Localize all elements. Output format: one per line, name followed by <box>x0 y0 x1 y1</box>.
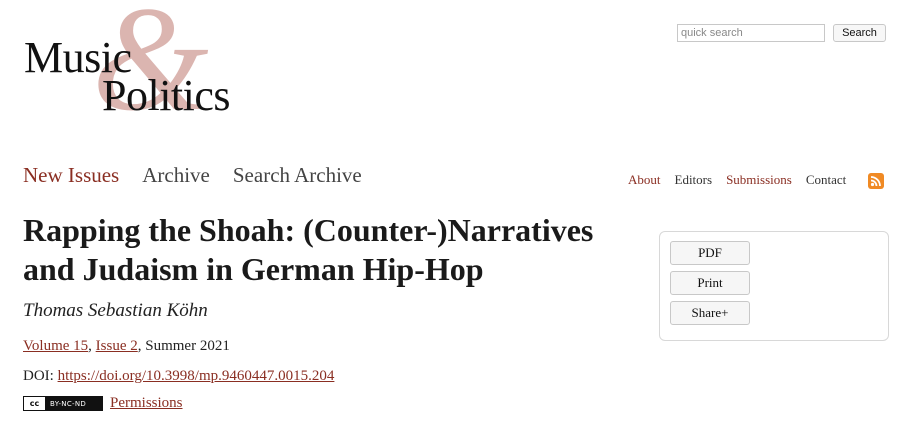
volume-issue-line: Volume 15, Issue 2, Summer 2021 <box>23 338 230 354</box>
permissions-link[interactable]: Permissions <box>110 395 183 412</box>
article-title-line2: and Judaism in German Hip-Hop <box>23 251 484 287</box>
creative-commons-badge[interactable]: cc BY-NC-ND <box>23 396 103 411</box>
search-input[interactable] <box>677 24 825 42</box>
print-button[interactable]: Print <box>670 271 750 295</box>
doi-link[interactable]: https://doi.org/10.3998/mp.9460447.0015.… <box>58 368 335 384</box>
article-author: Thomas Sebastian Köhn <box>23 300 208 321</box>
nav-archive[interactable]: Archive <box>142 163 210 188</box>
nav-contact[interactable]: Contact <box>806 172 846 188</box>
nav-new-issues[interactable]: New Issues <box>23 163 119 188</box>
logo-word-politics: Politics <box>102 71 231 120</box>
pdf-button[interactable]: PDF <box>670 241 750 265</box>
license-line: cc BY-NC-ND Permissions <box>23 395 183 412</box>
article-title-line1: Rapping the Shoah: (Counter-)Narratives <box>23 212 594 248</box>
doi-label: DOI: <box>23 368 58 384</box>
search-button[interactable]: Search <box>833 24 886 42</box>
season-text: , Summer 2021 <box>137 338 230 354</box>
nav-about[interactable]: About <box>628 172 661 188</box>
nav-search-archive[interactable]: Search Archive <box>233 163 362 188</box>
doi-line: DOI: https://doi.org/10.3998/mp.9460447.… <box>23 368 334 385</box>
article-title: Rapping the Shoah: (Counter-)Narratives … <box>23 211 633 289</box>
secondary-nav: About Editors Submissions Contact <box>628 172 846 188</box>
article-tools-panel: PDF Print Share+ <box>659 231 889 341</box>
main-nav: New Issues Archive Search Archive <box>23 163 362 188</box>
issue-link[interactable]: Issue 2 <box>96 338 138 354</box>
rss-feed-icon[interactable] <box>868 173 884 189</box>
site-logo[interactable]: & Music Politics <box>22 0 262 134</box>
share-button[interactable]: Share+ <box>670 301 750 325</box>
nav-editors[interactable]: Editors <box>675 172 713 188</box>
cc-license-type: BY-NC-ND <box>50 399 87 408</box>
volume-link[interactable]: Volume 15 <box>23 338 88 354</box>
nav-submissions[interactable]: Submissions <box>726 172 792 188</box>
cc-logo: cc <box>24 397 46 410</box>
